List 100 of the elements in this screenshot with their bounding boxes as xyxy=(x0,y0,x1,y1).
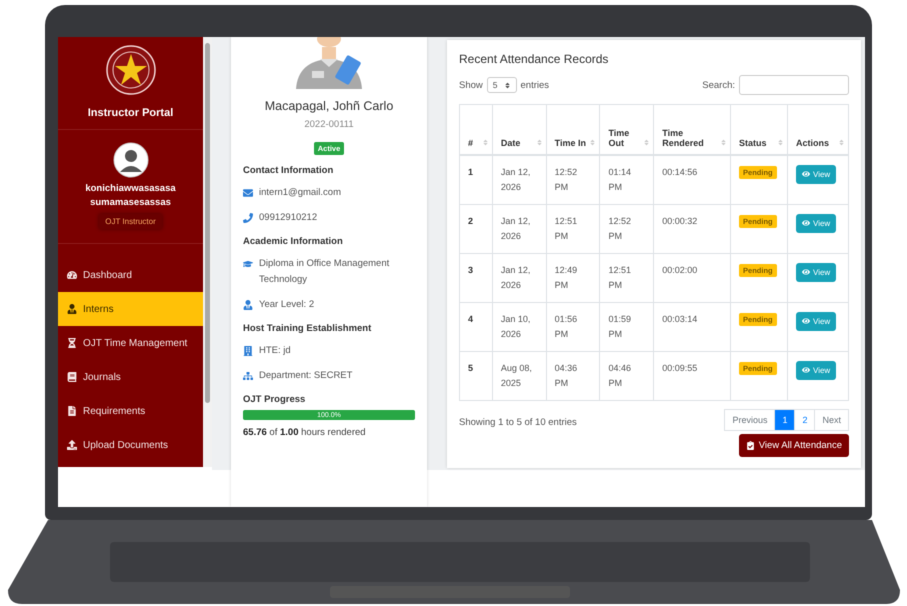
nav-label: Upload Documents xyxy=(83,440,168,450)
table-cell: 4 xyxy=(460,302,492,351)
pager-link[interactable]: Previous xyxy=(724,408,776,430)
table-cell: 00:00:32 xyxy=(654,204,731,253)
table-cell: 04:36 PM xyxy=(546,351,600,400)
card-title: Recent Attendance Records xyxy=(459,52,610,66)
table-cell: 2 xyxy=(460,204,492,253)
column-header[interactable]: Time In xyxy=(546,104,600,154)
sort-arrows-icon xyxy=(838,138,845,146)
table-cell: 12:51 PM xyxy=(600,253,654,302)
section-heading: Host Training Establishment xyxy=(243,323,372,334)
search-field[interactable] xyxy=(739,75,849,95)
envelope-icon xyxy=(243,188,253,198)
table-cell: Jan 12, 2026 xyxy=(492,253,546,302)
nav-item[interactable]: Requirements xyxy=(58,394,203,428)
sort-arrows-icon xyxy=(536,138,543,146)
hours-summary: 65.76 of 1.00 hours rendered xyxy=(243,427,367,438)
sort-arrows-icon xyxy=(720,138,728,146)
table-cell: 01:14 PM xyxy=(600,154,654,204)
eye-icon xyxy=(802,317,810,325)
sort-arrows-icon xyxy=(482,138,489,146)
info-text: intern1@gmail.com xyxy=(259,186,341,200)
entries-label: entries xyxy=(520,80,550,90)
table-cell: 12:49 PM xyxy=(546,253,600,302)
section-heading: Contact Information xyxy=(243,165,334,176)
avatar-icon xyxy=(112,142,148,178)
show-label: Show xyxy=(459,80,483,90)
org-chart-icon xyxy=(243,371,253,381)
portal-title: Instructor Portal xyxy=(88,107,174,119)
phone-icon xyxy=(243,213,253,223)
table-cell: 3 xyxy=(460,253,492,302)
sort-arrows-icon xyxy=(504,82,510,88)
nav-item[interactable]: Dashboard xyxy=(58,258,203,292)
user-name: konichiawwasasasa sumamasesassas xyxy=(84,182,177,210)
nav-item[interactable]: Journals xyxy=(58,360,203,394)
graduation-cap-icon xyxy=(243,259,253,269)
student-id: 2022-00111 xyxy=(303,119,355,130)
view-all-button[interactable]: View All Attendance xyxy=(738,434,849,456)
info-text: Year Level: 2 xyxy=(259,298,314,312)
nav-item[interactable]: OJT Time Management xyxy=(58,326,203,360)
document-icon xyxy=(67,406,77,416)
column-header[interactable]: Actions xyxy=(788,104,848,154)
nav-item[interactable]: Upload Documents xyxy=(58,428,203,462)
table-cell: 00:02:00 xyxy=(654,253,731,302)
column-header[interactable]: Time Rendered xyxy=(654,104,731,154)
table-cell: Aug 08, 2025 xyxy=(492,351,546,400)
column-header[interactable]: # xyxy=(460,104,492,154)
page-button[interactable]: 1 xyxy=(774,408,796,430)
table-cell: 00:09:55 xyxy=(654,351,731,400)
scrollbar[interactable] xyxy=(203,37,212,467)
search-label: Search: xyxy=(702,80,735,90)
nav-item[interactable]: Interns xyxy=(58,292,203,326)
table-cell: 00:14:56 xyxy=(654,154,731,204)
eye-icon xyxy=(802,366,810,374)
role-label: OJT Instructor xyxy=(99,214,162,229)
column-header[interactable]: Time Out xyxy=(600,104,654,154)
table-cell: Jan 12, 2026 xyxy=(492,204,546,253)
upload-icon xyxy=(67,440,77,450)
sort-arrows-icon xyxy=(777,138,784,146)
clipboard-check-icon xyxy=(746,440,755,450)
table-cell: 12:52 PM xyxy=(600,204,654,253)
table-cell: 04:46 PM xyxy=(600,351,654,400)
eye-icon xyxy=(802,219,810,227)
star-emblem-icon xyxy=(106,45,156,95)
table-cell: 5 xyxy=(460,351,492,400)
column-header[interactable]: Date xyxy=(492,104,546,154)
info-text: Department: SECRET xyxy=(259,369,352,383)
table-cell: 00:03:14 xyxy=(654,302,731,351)
table-cell: 12:51 PM xyxy=(546,204,600,253)
table-cell: 12:52 PM xyxy=(546,154,600,204)
info-text: HTE: jd xyxy=(259,344,291,358)
building-icon xyxy=(243,346,253,356)
nav-label: Interns xyxy=(83,304,114,314)
eye-icon xyxy=(802,268,810,276)
page-button[interactable]: 2 xyxy=(794,408,816,430)
info-text: 09912910212 xyxy=(259,211,318,225)
nav-label: Journals xyxy=(83,372,121,382)
pager-link[interactable]: Next xyxy=(814,408,849,430)
person-icon xyxy=(243,300,253,310)
table-cell: 01:59 PM xyxy=(600,302,654,351)
sort-arrows-icon xyxy=(589,138,596,146)
table-cell: 1 xyxy=(460,154,492,204)
sort-arrows-icon xyxy=(643,138,650,146)
table-cell: 01:56 PM xyxy=(546,302,600,351)
section-heading: Academic Information xyxy=(243,236,344,247)
intern-name: Macapagal, Johñ Carlo xyxy=(264,99,394,113)
person-icon xyxy=(67,304,77,314)
info-text: Diploma in Office Management Technology xyxy=(259,257,390,287)
hourglass-icon xyxy=(67,338,77,348)
table-cell: Jan 12, 2026 xyxy=(492,154,546,204)
gauge-icon xyxy=(67,270,77,280)
book-icon xyxy=(67,372,77,382)
page-size-select[interactable]: 5 xyxy=(486,77,516,93)
table-info: Showing 1 to 5 of 10 entries xyxy=(459,416,577,428)
table-cell: Jan 10, 2026 xyxy=(492,302,546,351)
column-header[interactable]: Status xyxy=(730,104,788,154)
section-heading: OJT Progress xyxy=(243,394,306,405)
nav-label: OJT Time Management xyxy=(83,338,188,348)
nav-label: Dashboard xyxy=(83,270,132,280)
nav-label: Requirements xyxy=(83,406,146,416)
